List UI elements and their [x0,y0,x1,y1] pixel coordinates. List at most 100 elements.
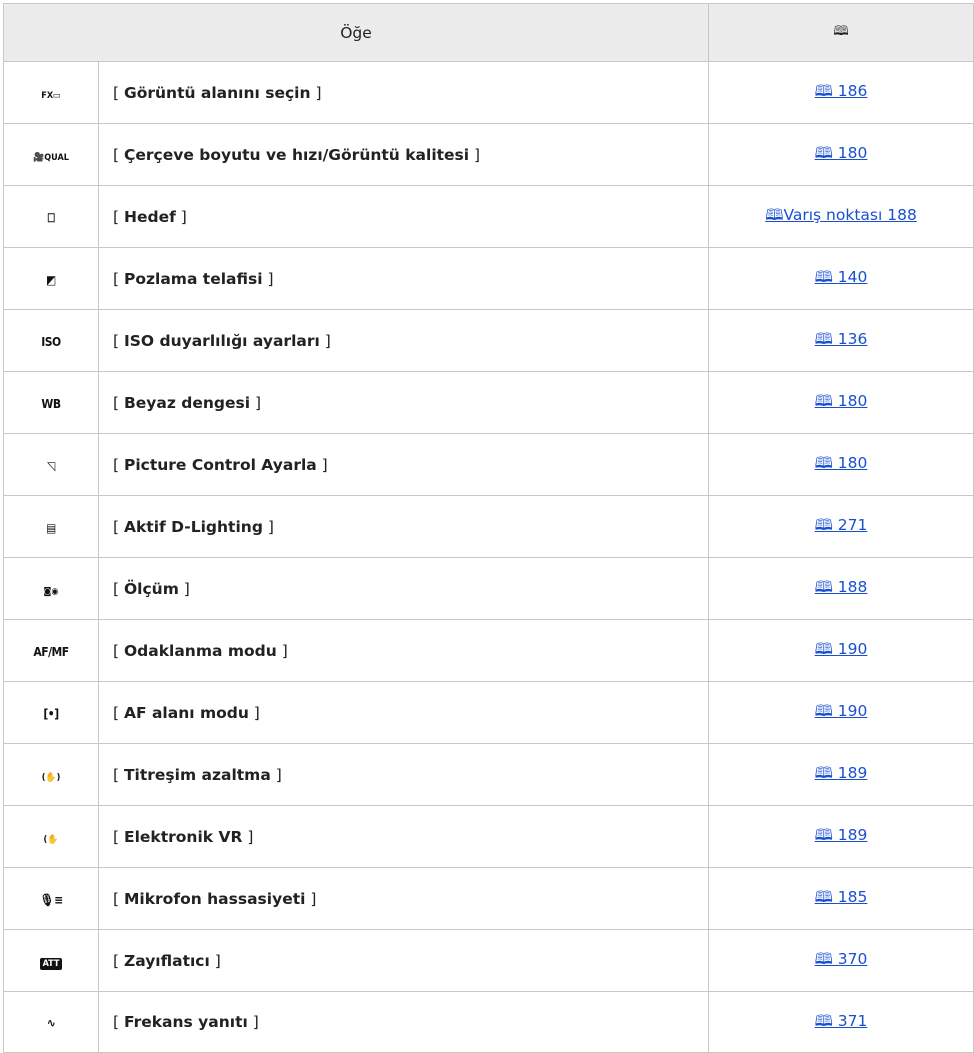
frequency-response-icon: ∿ [46,1016,56,1030]
table-row: ▤ [ Aktif D-Lighting ] 🕮 271 [3,495,974,558]
menu-item-name: Picture Control Ayarla [123,455,317,474]
row-page-cell: 🕮 271 [708,495,974,558]
row-page-cell: 🕮 190 [708,619,974,682]
table-row: ◩ [ Pozlama telafisi ] 🕮 140 [3,247,974,310]
row-icon-cell: WB [3,371,99,434]
row-page-cell: 🕮 371 [708,991,974,1053]
row-item-cell: [ Aktif D-Lighting ] [97,495,710,558]
menu-item-name: AF alanı modu [123,703,249,722]
af-area-icon: [•] [43,706,59,721]
menu-item-name: Beyaz dengesi [123,393,251,412]
row-icon-cell: ISO [3,309,99,372]
table-row: (✋) [ Titreşim azaltma ] 🕮 189 [3,743,974,806]
microphone-sensitivity-icon: 🎙≡ [39,892,63,907]
row-item-cell: [ Zayıflatıcı ] [97,929,710,992]
menu-item-name: Zayıflatıcı [123,951,210,970]
memory-card-icon: ⎕ [47,210,55,225]
row-item-cell: [ AF alanı modu ] [97,681,710,744]
row-icon-cell: FX▭ [3,61,99,124]
menu-item-name: ISO duyarlılığı ayarları [123,331,320,350]
row-item-cell: [ Görüntü alanını seçin ] [97,61,710,124]
row-page-cell: 🕮 180 [708,433,974,496]
table-row: FX▭ [ Görüntü alanını seçin ] 🕮 186 [3,61,974,124]
page-column-header: 🕮 [708,3,974,62]
page-reference-link[interactable]: 🕮 271 [815,516,868,534]
menu-item-name: Elektronik VR [123,827,243,846]
row-item-cell: [ Titreşim azaltma ] [97,743,710,806]
row-item-cell: [ Beyaz dengesi ] [97,371,710,434]
menu-item-name: Titreşim azaltma [123,765,271,784]
table-row: ∿ [ Frekans yanıtı ] 🕮 371 [3,991,974,1053]
table-row: 🎙≡ [ Mikrofon hassasiyeti ] 🕮 185 [3,867,974,930]
active-d-lighting-icon: ▤ [46,520,56,535]
book-icon: 🕮 [833,24,849,39]
menu-item-name: Çerçeve boyutu ve hızı/Görüntü kalitesi [123,145,470,164]
table-row: WB [ Beyaz dengesi ] 🕮 180 [3,371,974,434]
page-reference-link[interactable]: 🕮 136 [815,330,868,348]
row-icon-cell: ◙◉ [3,557,99,620]
table-row: 🎥QUAL [ Çerçeve boyutu ve hızı/Görüntü ka… [3,123,974,186]
table-row: ATT [ Zayıflatıcı ] 🕮 370 [3,929,974,992]
row-item-cell: [ ISO duyarlılığı ayarları ] [97,309,710,372]
page-reference-link[interactable]: 🕮 189 [815,764,868,782]
row-icon-cell: ▤ [3,495,99,558]
page-reference-link[interactable]: 🕮 140 [815,268,868,286]
row-icon-cell: ◹ [3,433,99,496]
settings-table: Öğe 🕮 FX▭ [ Görüntü alanını seçin ] 🕮 186 🎥… [2,3,974,1053]
page-reference-link[interactable]: 🕮 371 [815,1012,868,1030]
row-page-cell: 🕮Varış noktası 188 [708,185,974,248]
row-page-cell: 🕮 180 [708,123,974,186]
page-reference-link[interactable]: 🕮 370 [815,950,868,968]
row-item-cell: [ Pozlama telafisi ] [97,247,710,310]
page-reference-link[interactable]: 🕮 180 [815,454,868,472]
page-reference-link[interactable]: 🕮 190 [815,702,868,720]
menu-item-name: Pozlama telafisi [123,269,263,288]
page-reference-link[interactable]: 🕮Varış noktası 188 [765,206,917,224]
white-balance-icon: WB [41,396,61,411]
row-item-cell: [ Elektronik VR ] [97,805,710,868]
table-row: AF/MF [ Odaklanma modu ] 🕮 190 [3,619,974,682]
row-page-cell: 🕮 189 [708,805,974,868]
row-icon-cell: (✋) [3,743,99,806]
row-page-cell: 🕮 185 [708,867,974,930]
image-area-icon: FX▭ [41,90,61,101]
menu-item-name: Odaklanma modu [123,641,277,660]
page-reference-link[interactable]: 🕮 185 [815,888,868,906]
row-page-cell: 🕮 190 [708,681,974,744]
row-page-cell: 🕮 180 [708,371,974,434]
attenuator-icon: ATT [39,957,63,970]
row-icon-cell: ∿ [3,991,99,1053]
menu-item-name: Frekans yanıtı [123,1013,248,1031]
row-item-cell: [ Mikrofon hassasiyeti ] [97,867,710,930]
menu-item-name: Aktif D-Lighting [123,517,263,536]
page-reference-link[interactable]: 🕮 180 [815,392,868,410]
row-item-cell: [ Hedef ] [97,185,710,248]
row-icon-cell: (✋ [3,805,99,868]
row-page-cell: 🕮 136 [708,309,974,372]
table-row: [•] [ AF alanı modu ] 🕮 190 [3,681,974,744]
page-reference-link[interactable]: 🕮 180 [815,144,868,162]
row-page-cell: 🕮 140 [708,247,974,310]
row-item-cell: [ Çerçeve boyutu ve hızı/Görüntü kalites… [97,123,710,186]
table-row: ◹ [ Picture Control Ayarla ] 🕮 180 [3,433,974,496]
item-column-header: Öğe [2,3,710,62]
row-page-cell: 🕮 186 [708,61,974,124]
page-reference-link[interactable]: 🕮 189 [815,826,868,844]
page-reference-link[interactable]: 🕮 188 [815,578,868,596]
page-reference-link[interactable]: 🕮 190 [815,640,868,658]
row-icon-cell: ATT [3,929,99,992]
menu-item-name: Hedef [123,207,176,226]
page-reference-link[interactable]: 🕮 186 [815,82,868,100]
table-row: (✋ [ Elektronik VR ] 🕮 189 [3,805,974,868]
row-icon-cell: AF/MF [3,619,99,682]
movie-quality-icon: 🎥QUAL [33,152,69,163]
menu-item-name: Ölçüm [123,579,179,598]
row-page-cell: 🕮 188 [708,557,974,620]
row-page-cell: 🕮 370 [708,929,974,992]
af-mf-icon: AF/MF [33,644,69,659]
row-item-cell: [ Frekans yanıtı ] [97,991,710,1053]
electronic-vr-icon: (✋ [43,834,59,845]
table-header-row: Öğe 🕮 [2,3,974,62]
row-icon-cell: 🎥QUAL [3,123,99,186]
picture-control-icon: ◹ [47,458,55,473]
